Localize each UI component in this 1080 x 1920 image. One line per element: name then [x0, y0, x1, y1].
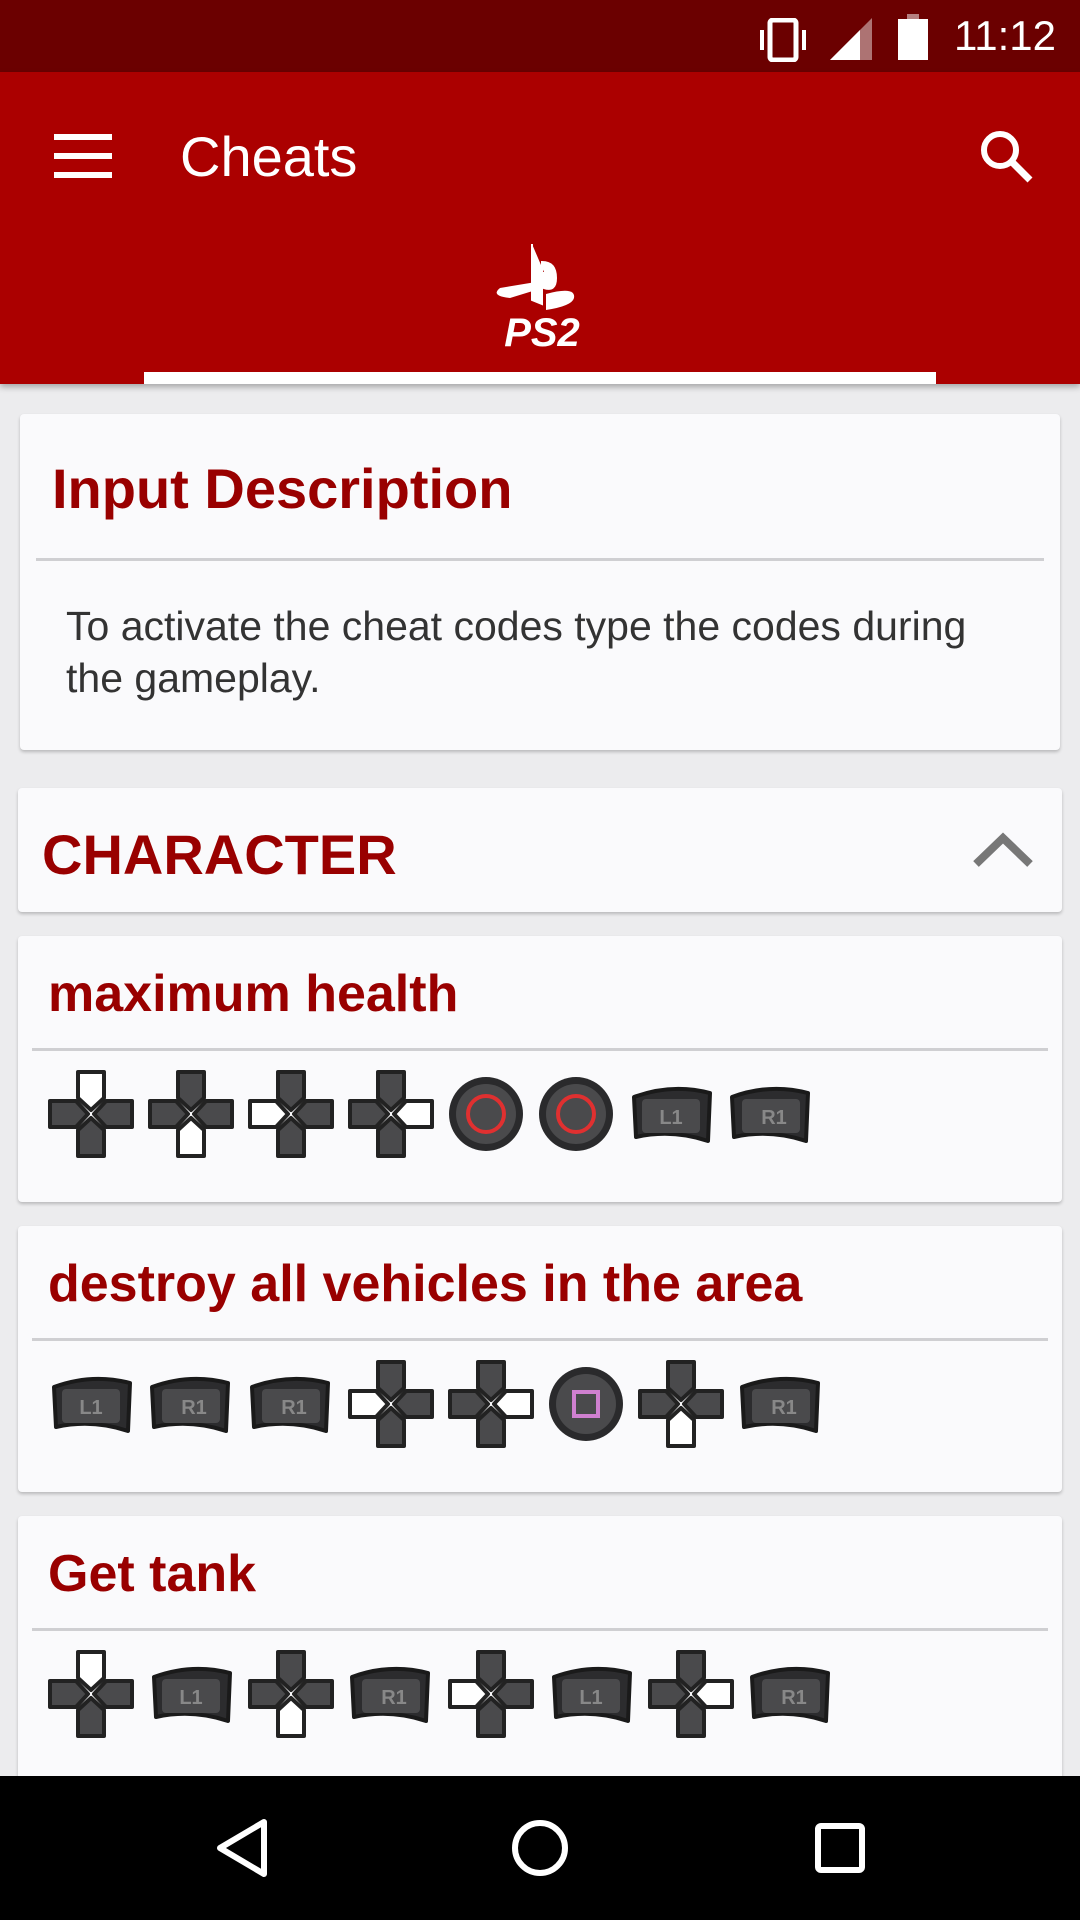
section-title: CHARACTER	[42, 823, 397, 886]
dpad-down-icon	[146, 1068, 236, 1165]
l1-button-icon: L1	[626, 1079, 716, 1154]
cheat-name: Get tank	[48, 1545, 257, 1603]
section-header-character[interactable]: CHARACTER	[18, 788, 1062, 912]
search-icon[interactable]	[978, 128, 1034, 184]
status-bar: 11:12	[0, 0, 1080, 72]
vibrate-icon	[760, 18, 806, 62]
description-text: To activate the cheat codes type the cod…	[66, 603, 967, 701]
r1-button-icon: R1	[726, 1079, 816, 1154]
dpad-down-icon	[636, 1358, 726, 1455]
clock: 11:12	[954, 12, 1056, 59]
dpad-up-icon	[46, 1648, 136, 1745]
svg-text:L1: L1	[579, 1687, 602, 1709]
svg-text:R1: R1	[281, 1397, 307, 1419]
r1-button-icon: R1	[746, 1659, 836, 1734]
dpad-right-icon	[646, 1648, 736, 1745]
cheat-card[interactable]: maximum health L1 R1	[18, 936, 1062, 1202]
circle-button-icon	[536, 1074, 616, 1159]
hamburger-menu-icon[interactable]	[54, 134, 112, 178]
svg-text:R1: R1	[381, 1687, 407, 1709]
svg-text:L1: L1	[659, 1107, 682, 1129]
back-icon[interactable]	[212, 1816, 276, 1880]
cheat-card[interactable]: Get tank L1 R1 L1 R1	[18, 1516, 1062, 1816]
dpad-right-icon	[346, 1068, 436, 1165]
divider	[36, 558, 1044, 561]
svg-text:R1: R1	[781, 1687, 807, 1709]
card-title: Input Description	[52, 457, 513, 520]
chevron-up-icon[interactable]	[972, 830, 1034, 870]
r1-button-icon: R1	[246, 1369, 336, 1444]
svg-text:L1: L1	[79, 1397, 102, 1419]
svg-text:R1: R1	[761, 1107, 787, 1129]
app-bar: Cheats PS2	[0, 72, 1080, 384]
input-description-card: Input Description To activate the cheat …	[20, 414, 1060, 750]
signal-icon	[830, 18, 872, 60]
playstation-logo-icon: PS2	[496, 244, 580, 355]
navigation-bar	[0, 1776, 1080, 1920]
square-button-icon	[546, 1364, 626, 1449]
cheat-name: maximum health	[48, 965, 459, 1023]
dpad-up-icon	[46, 1068, 136, 1165]
dpad-left-icon	[446, 1648, 536, 1745]
divider	[32, 1338, 1048, 1341]
page-title: Cheats	[180, 125, 358, 188]
svg-text:L1: L1	[179, 1687, 202, 1709]
l1-button-icon: L1	[46, 1369, 136, 1444]
dpad-right-icon	[446, 1358, 536, 1455]
input-sequence: L1 R1	[46, 1066, 826, 1166]
l1-button-icon: L1	[546, 1659, 636, 1734]
input-sequence: L1 R1 L1 R1	[46, 1646, 846, 1746]
svg-text:R1: R1	[181, 1397, 207, 1419]
r1-button-icon: R1	[346, 1659, 436, 1734]
cheat-name: destroy all vehicles in the area	[48, 1255, 803, 1313]
circle-button-icon	[446, 1074, 526, 1159]
divider	[32, 1048, 1048, 1051]
r1-button-icon: R1	[146, 1369, 236, 1444]
recents-icon[interactable]	[808, 1816, 872, 1880]
dpad-left-icon	[346, 1358, 436, 1455]
r1-button-icon: R1	[736, 1369, 826, 1444]
battery-icon	[898, 14, 928, 60]
svg-text:R1: R1	[771, 1397, 797, 1419]
home-icon[interactable]	[508, 1816, 572, 1880]
l1-button-icon: L1	[146, 1659, 236, 1734]
input-sequence: L1 R1 R1 R1	[46, 1356, 836, 1456]
ps2-label: PS2	[504, 311, 580, 352]
tab-indicator	[144, 372, 936, 384]
dpad-left-icon	[246, 1068, 336, 1165]
tab-ps2[interactable]: PS2	[480, 242, 604, 357]
divider	[32, 1628, 1048, 1631]
dpad-down-icon	[246, 1648, 336, 1745]
cheat-card[interactable]: destroy all vehicles in the area L1 R1 R…	[18, 1226, 1062, 1492]
